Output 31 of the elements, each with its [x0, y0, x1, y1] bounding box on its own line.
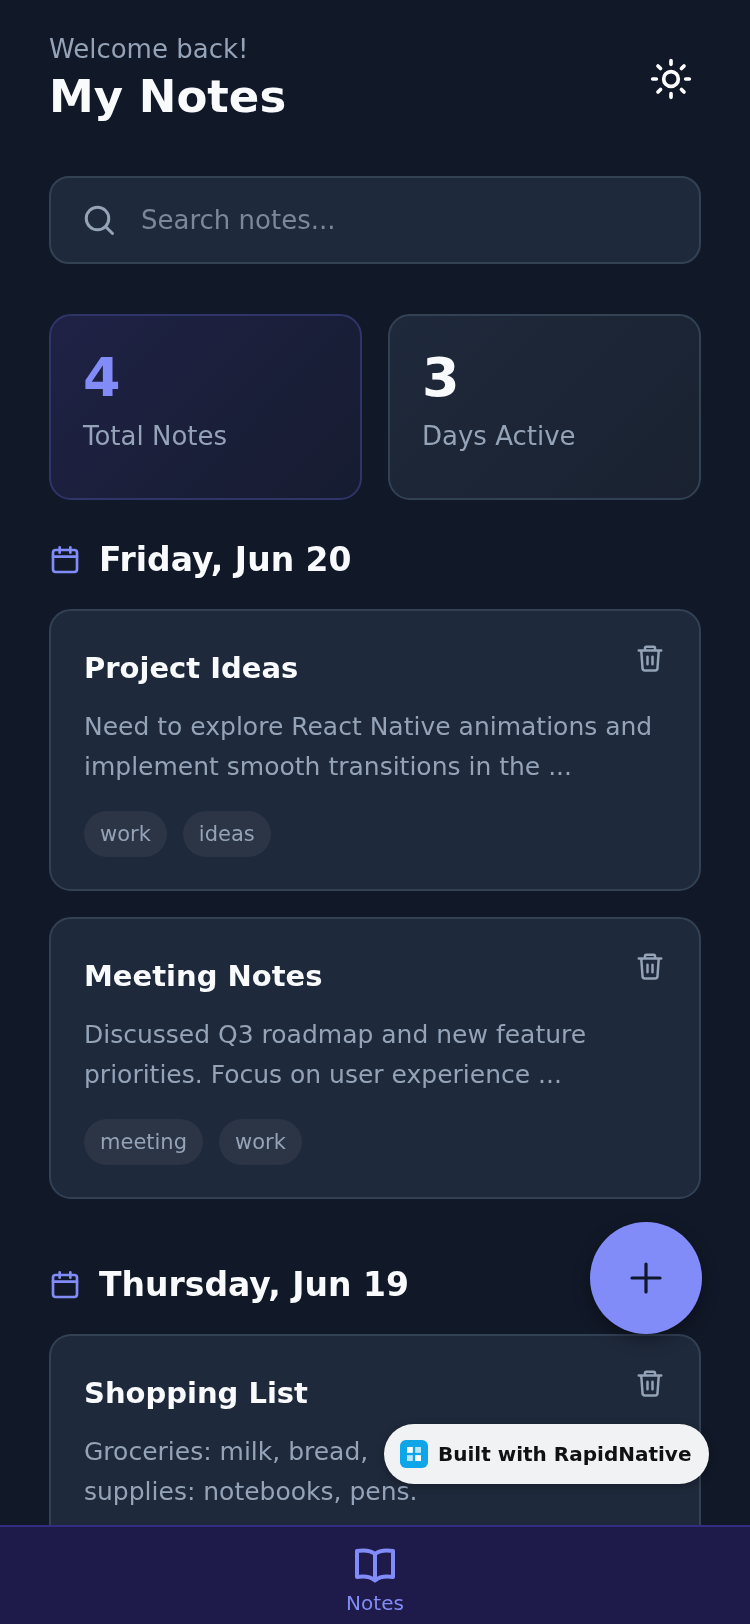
calendar-icon: [49, 543, 81, 576]
tag-chip[interactable]: work: [219, 1119, 302, 1165]
tag-chip[interactable]: meeting: [84, 1119, 203, 1165]
stat-value: 4: [83, 348, 122, 408]
stat-label: Total Notes: [83, 421, 229, 452]
note-card[interactable]: Project Ideas Need to explore React Native animations and implement smooth transitions in the ... work ideas: [49, 609, 701, 891]
tag-chip[interactable]: work: [84, 811, 167, 857]
calendar-icon: [49, 1268, 81, 1301]
stat-value: 3: [422, 348, 461, 408]
notes-tab[interactable]: Notes: [346, 1527, 404, 1624]
search-bar[interactable]: Search notes...: [49, 176, 701, 264]
tag-chip[interactable]: ideas: [182, 811, 271, 857]
note-title: Shopping List: [84, 1376, 308, 1410]
note-preview: Discussed Q3 roadmap and new feature priorities. Focus on user experience ...: [84, 1019, 588, 1091]
note-title: Project Ideas: [84, 651, 299, 685]
note-card[interactable]: Meeting Notes Discussed Q3 roadmap and new feature priorities. Focus on user experience ... meeting work: [49, 917, 701, 1199]
built-with-toast[interactable]: Built with RapidNative: [384, 1424, 710, 1484]
search-field[interactable]: Search notes...: [139, 204, 669, 236]
sun-icon: [649, 56, 693, 101]
stat-label: Days Active: [422, 421, 577, 452]
rapidnative-logo-icon: [400, 1440, 428, 1468]
page-title: My Notes: [49, 70, 287, 123]
note-title: Meeting Notes: [84, 959, 323, 993]
greeting-text: Welcome back!: [49, 34, 250, 64]
trash-icon: [635, 951, 665, 981]
note-preview: Need to explore React Native animations and implement smooth transitions in the ...: [84, 711, 654, 783]
date-heading: Friday, Jun 20: [99, 540, 352, 579]
trash-icon: [635, 643, 665, 673]
trash-icon: [635, 1368, 665, 1398]
note-preview: Groceries: milk, bread,: [84, 1436, 369, 1468]
date-heading: Thursday, Jun 19: [99, 1265, 409, 1304]
